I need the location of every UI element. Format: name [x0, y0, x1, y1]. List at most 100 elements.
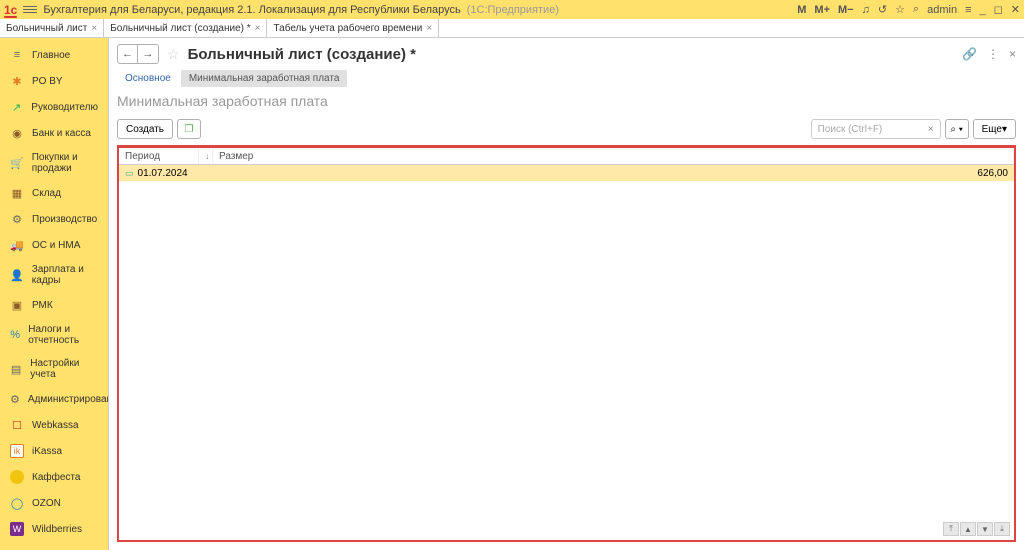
sidebar-item-14[interactable]: ik iKassa	[0, 438, 108, 464]
sidebar-item-4[interactable]: 🛒 Покупки и продажи	[0, 146, 108, 180]
main-layout: ≡Главное ✱ PO BY ↗Руководителю◉Банк и касса…	[0, 38, 1024, 550]
sidebar-icon: ▤	[10, 362, 22, 376]
tab-1[interactable]: Больничный лист (создание) * ×	[104, 19, 267, 37]
sidebar-label: OZON	[32, 498, 61, 509]
sidebar-item-17[interactable]: W Wildberries	[0, 516, 108, 542]
sidebar-item-8[interactable]: 👤 Зарплата и кадры	[0, 258, 108, 292]
sidebar-icon: ✱	[10, 74, 24, 88]
close-icon[interactable]: ✕	[1011, 3, 1020, 16]
clear-icon[interactable]: ×	[928, 124, 934, 135]
sub-tabs: Основное Минимальная заработная плата	[109, 70, 1024, 87]
sidebar-icon: ▣	[10, 298, 24, 312]
sidebar-label: Склад	[32, 188, 61, 199]
scroll-up-button[interactable]: ▲	[960, 522, 976, 536]
toolbar: Создать ❐ Поиск (Ctrl+F) × ⌕ ▾ Еще ▾	[109, 115, 1024, 143]
sidebar-label: Покупки и продажи	[32, 152, 98, 174]
subtab-min-wage[interactable]: Минимальная заработная плата	[181, 70, 348, 87]
ik-icon: ik	[10, 444, 24, 458]
forward-button[interactable]: →	[138, 45, 158, 63]
title-actions: M M+ M− ♫ ↺ ☆ ⌕ admin ≡ _ ◻ ✕	[797, 3, 1020, 16]
toolbar-right: Поиск (Ctrl+F) × ⌕ ▾ Еще ▾	[811, 119, 1016, 139]
tab-label: Больничный лист (создание) *	[110, 23, 250, 34]
sidebar-label: ОС и НМА	[32, 240, 80, 251]
sidebar-item-1[interactable]: ✱ PO BY	[0, 68, 108, 94]
sidebar-label: Зарплата и кадры	[32, 264, 98, 286]
history-icon[interactable]: ↺	[878, 3, 887, 16]
sidebar-item-5[interactable]: ▦ Склад	[0, 180, 108, 206]
link-icon[interactable]: 🔗	[962, 47, 977, 61]
sidebar-icon: ◯	[10, 496, 24, 510]
sidebar-item-10[interactable]: %Налоги и отчетность	[0, 318, 108, 352]
sidebar-item-0[interactable]: ≡Главное	[0, 42, 108, 68]
tab-0[interactable]: Больничный лист ×	[0, 19, 104, 37]
sidebar-icon: %	[10, 328, 20, 342]
sidebar-item-13[interactable]: ☐ Webkassa	[0, 412, 108, 438]
scroll-top-button[interactable]: ⤒	[943, 522, 959, 536]
copy-button[interactable]: ❐	[177, 119, 201, 139]
close-panel-icon[interactable]: ×	[1009, 47, 1016, 61]
row-icon: ▭	[125, 168, 134, 179]
tab-label: Табель учета рабочего времени	[273, 23, 422, 34]
sidebar-icon: 🚚	[10, 238, 24, 252]
m-button[interactable]: M	[797, 4, 806, 16]
search-icon[interactable]: ⌕	[913, 3, 919, 16]
sidebar-label: Wildberries	[32, 524, 82, 535]
sort-indicator[interactable]: ↓	[199, 149, 213, 163]
wb-icon: W	[10, 522, 24, 536]
cell-size: 626,00	[213, 168, 1014, 179]
scroll-bottom-button[interactable]: ⤓	[994, 522, 1010, 536]
back-button[interactable]: ←	[118, 45, 138, 63]
sidebar-item-6[interactable]: ⚙Производство	[0, 206, 108, 232]
sidebar-label: Главное	[32, 50, 70, 61]
sidebar-item-15[interactable]: Каффеста	[0, 464, 108, 490]
app-title: Бухгалтерия для Беларуси, редакция 2.1. …	[43, 4, 460, 16]
table-row[interactable]: ▭ 01.07.2024 626,00	[119, 165, 1014, 181]
m-plus-button[interactable]: M+	[814, 4, 830, 16]
search-input[interactable]: Поиск (Ctrl+F) ×	[811, 119, 941, 139]
app-logo: 1c	[4, 3, 17, 17]
menu-icon[interactable]	[23, 6, 37, 13]
sidebar-item-12[interactable]: ⚙Администрирование	[0, 386, 108, 412]
col-period[interactable]: Период	[119, 149, 199, 164]
bell-icon[interactable]: ♫	[862, 4, 870, 16]
minimize-icon[interactable]: _	[980, 4, 986, 16]
sidebar-item-11[interactable]: ▤ Настройки учета	[0, 352, 108, 386]
content-area: ← → ☆ Больничный лист (создание) * 🔗 ⋮ ×…	[108, 38, 1024, 550]
star-icon[interactable]: ☆	[895, 3, 905, 16]
search-placeholder: Поиск (Ctrl+F)	[818, 124, 883, 135]
sidebar-icon: ☐	[10, 418, 24, 432]
sidebar-label: Webkassa	[32, 420, 79, 431]
cell-date: 01.07.2024	[138, 168, 188, 179]
tab-close-icon[interactable]: ×	[426, 23, 432, 34]
scroll-down-button[interactable]: ▼	[977, 522, 993, 536]
user-name[interactable]: admin	[927, 4, 957, 16]
more-icon[interactable]: ⋮	[987, 47, 999, 61]
col-size[interactable]: Размер	[213, 149, 1014, 164]
app-subtitle: (1С:Предприятие)	[467, 4, 559, 16]
sidebar-icon: 🛒	[10, 156, 24, 170]
maximize-icon[interactable]: ◻	[994, 3, 1003, 16]
sidebar-label: iKassa	[32, 446, 62, 457]
sidebar-icon: 👤	[10, 268, 24, 282]
favorite-button[interactable]: ☆	[167, 46, 180, 63]
tab-close-icon[interactable]: ×	[255, 23, 261, 34]
sidebar-item-2[interactable]: ↗Руководителю	[0, 94, 108, 120]
more-button[interactable]: Еще ▾	[973, 119, 1016, 139]
cell-period: ▭ 01.07.2024	[119, 168, 213, 179]
subtab-main[interactable]: Основное	[117, 70, 179, 87]
tab-close-icon[interactable]: ×	[91, 23, 97, 34]
tab-2[interactable]: Табель учета рабочего времени ×	[267, 19, 439, 37]
sidebar-icon: ↗	[10, 100, 23, 114]
create-button[interactable]: Создать	[117, 119, 173, 139]
section-title: Минимальная заработная плата	[109, 87, 1024, 115]
sidebar-label: PO BY	[32, 76, 63, 87]
settings-icon[interactable]: ≡	[965, 4, 971, 16]
sidebar-item-16[interactable]: ◯ OZON	[0, 490, 108, 516]
m-minus-button[interactable]: M−	[838, 4, 854, 16]
sidebar-label: Настройки учета	[30, 358, 98, 380]
sidebar-item-9[interactable]: ▣РМК	[0, 292, 108, 318]
sidebar-icon: ▦	[10, 186, 24, 200]
filter-button[interactable]: ⌕ ▾	[945, 119, 969, 139]
sidebar-item-7[interactable]: 🚚 ОС и НМА	[0, 232, 108, 258]
sidebar-item-3[interactable]: ◉Банк и касса	[0, 120, 108, 146]
